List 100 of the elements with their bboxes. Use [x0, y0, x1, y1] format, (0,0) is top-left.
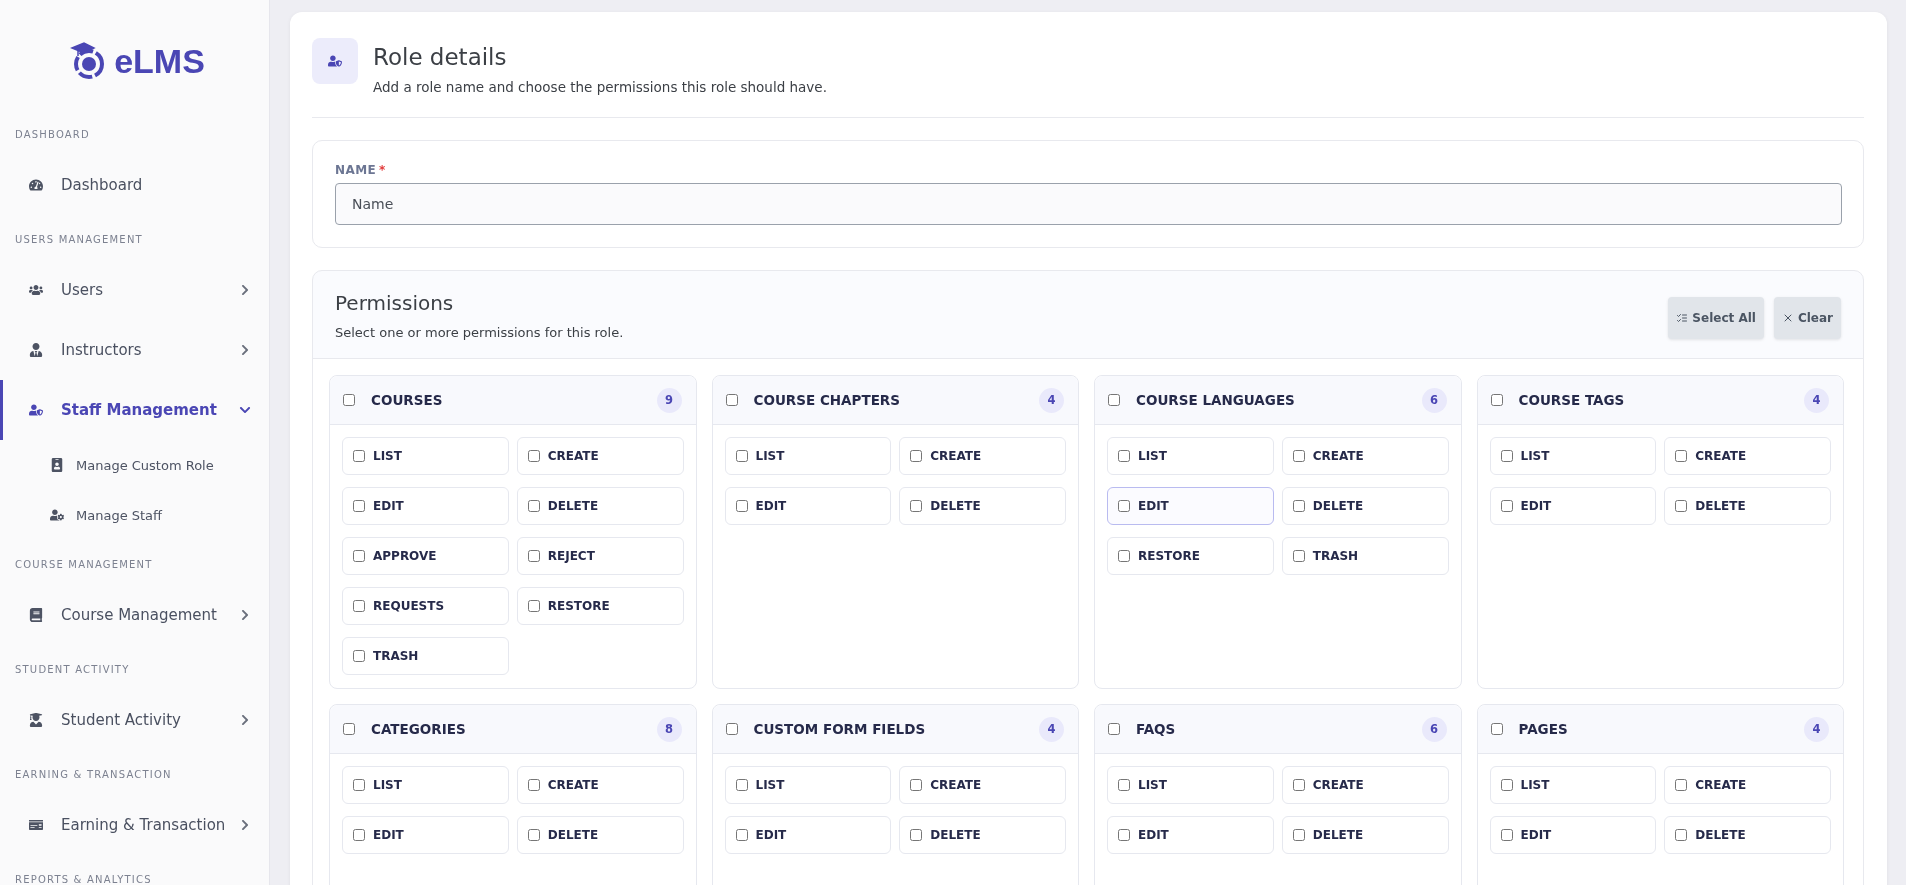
checkbox[interactable]	[527, 550, 540, 562]
checkbox[interactable]	[353, 600, 365, 612]
nav-icon	[29, 178, 43, 192]
checkbox[interactable]	[353, 829, 365, 841]
checkbox[interactable]	[353, 500, 365, 512]
checkbox[interactable]	[353, 550, 365, 562]
checkbox[interactable]	[1490, 394, 1503, 406]
checkbox[interactable]	[1118, 450, 1130, 462]
nav-item[interactable]: Dashboard	[0, 155, 269, 215]
checkbox[interactable]	[1292, 550, 1305, 562]
permission-option[interactable]: LIST	[724, 437, 892, 475]
subnav-item[interactable]: Manage Custom Role	[0, 440, 269, 490]
permission-option[interactable]: DELETE	[516, 487, 684, 525]
permission-option[interactable]: EDIT	[1489, 487, 1657, 525]
permission-option[interactable]: CREATE	[1281, 766, 1449, 804]
checkbox[interactable]	[910, 500, 923, 512]
checkbox[interactable]	[1675, 500, 1688, 512]
permission-option[interactable]: RESTORE	[1107, 537, 1274, 575]
permission-option[interactable]: LIST	[724, 766, 892, 804]
nav-item[interactable]: Student Activity	[0, 690, 269, 750]
checkbox[interactable]	[735, 779, 748, 791]
checkbox[interactable]	[343, 723, 355, 735]
checkbox[interactable]	[910, 829, 923, 841]
permission-option[interactable]: LIST	[342, 766, 509, 804]
permission-option[interactable]: DELETE	[1664, 487, 1831, 525]
checkbox[interactable]	[735, 450, 748, 462]
checkbox[interactable]	[1675, 450, 1688, 462]
permission-option[interactable]: TRASH	[342, 637, 509, 675]
checkbox[interactable]	[1500, 779, 1513, 791]
clear-button[interactable]: Clear	[1773, 297, 1841, 339]
permission-option[interactable]: EDIT	[1489, 816, 1657, 854]
permission-option[interactable]: LIST	[1489, 766, 1657, 804]
permission-option[interactable]: CREATE	[1664, 437, 1831, 475]
checkbox[interactable]	[527, 450, 540, 462]
permission-option[interactable]: EDIT	[724, 816, 892, 854]
checkbox[interactable]	[1675, 829, 1688, 841]
permission-option[interactable]: EDIT	[724, 487, 892, 525]
checkbox[interactable]	[1118, 829, 1130, 841]
checkbox[interactable]	[725, 394, 738, 406]
permission-option[interactable]: CREATE	[516, 766, 684, 804]
permission-option[interactable]: APPROVE	[342, 537, 509, 575]
checkbox[interactable]	[1292, 829, 1305, 841]
checkbox[interactable]	[910, 450, 923, 462]
permission-option[interactable]: EDIT	[342, 487, 509, 525]
checkbox[interactable]	[353, 450, 365, 462]
checkbox[interactable]	[1675, 779, 1688, 791]
checkbox[interactable]	[725, 723, 738, 735]
permission-option[interactable]: LIST	[1107, 766, 1274, 804]
checkbox[interactable]	[527, 829, 540, 841]
permission-option[interactable]: DELETE	[1664, 816, 1831, 854]
nav-item[interactable]: Earning & Transaction	[0, 795, 269, 855]
permission-option[interactable]: DELETE	[1281, 487, 1449, 525]
checkbox[interactable]	[1108, 394, 1120, 406]
checkbox[interactable]	[1108, 723, 1120, 735]
checkbox[interactable]	[1292, 779, 1305, 791]
permission-option[interactable]: DELETE	[899, 487, 1066, 525]
permission-option[interactable]: EDIT	[1107, 816, 1274, 854]
checkbox[interactable]	[353, 650, 365, 662]
nav-item[interactable]: Course Management	[0, 585, 269, 645]
subnav-item[interactable]: Manage Staff	[0, 490, 269, 540]
checkbox[interactable]	[910, 779, 923, 791]
permission-option[interactable]: CREATE	[899, 766, 1066, 804]
permission-option[interactable]: CREATE	[899, 437, 1066, 475]
checkbox[interactable]	[1118, 550, 1130, 562]
count-badge: 6	[1421, 716, 1447, 742]
permission-option[interactable]: DELETE	[1281, 816, 1449, 854]
permission-option[interactable]: DELETE	[899, 816, 1066, 854]
checkbox[interactable]	[1500, 500, 1513, 512]
permission-option[interactable]: REJECT	[516, 537, 684, 575]
nav-item[interactable]: Staff Management	[0, 380, 269, 440]
permission-option[interactable]: TRASH	[1281, 537, 1449, 575]
checkbox[interactable]	[343, 394, 355, 406]
permission-option[interactable]: LIST	[1107, 437, 1274, 475]
nav-item[interactable]: Users	[0, 260, 269, 320]
checkbox[interactable]	[353, 779, 365, 791]
permission-option[interactable]: DELETE	[516, 816, 684, 854]
permission-option[interactable]: CREATE	[1281, 437, 1449, 475]
checkbox[interactable]	[1118, 500, 1130, 512]
permission-option[interactable]: EDIT	[342, 816, 509, 854]
select-all-button[interactable]: Select All	[1668, 297, 1764, 339]
nav-item[interactable]: Instructors	[0, 320, 269, 380]
name-input-field[interactable]: Name	[335, 183, 1842, 225]
permission-option[interactable]: CREATE	[1664, 766, 1831, 804]
permission-option[interactable]: LIST	[1489, 437, 1657, 475]
checkbox[interactable]	[527, 779, 540, 791]
checkbox[interactable]	[1500, 450, 1513, 462]
permission-option[interactable]: CREATE	[516, 437, 684, 475]
permission-option[interactable]: LIST	[342, 437, 509, 475]
checkbox[interactable]	[1500, 829, 1513, 841]
checkbox[interactable]	[1118, 779, 1130, 791]
permission-option[interactable]: REQUESTS	[342, 587, 509, 625]
checkbox[interactable]	[1292, 500, 1305, 512]
checkbox[interactable]	[735, 500, 748, 512]
checkbox[interactable]	[735, 829, 748, 841]
permission-option[interactable]: EDIT	[1107, 487, 1274, 525]
checkbox[interactable]	[527, 600, 540, 612]
checkbox[interactable]	[527, 500, 540, 512]
checkbox[interactable]	[1292, 450, 1305, 462]
permission-option[interactable]: RESTORE	[516, 587, 684, 625]
checkbox[interactable]	[1490, 723, 1503, 735]
